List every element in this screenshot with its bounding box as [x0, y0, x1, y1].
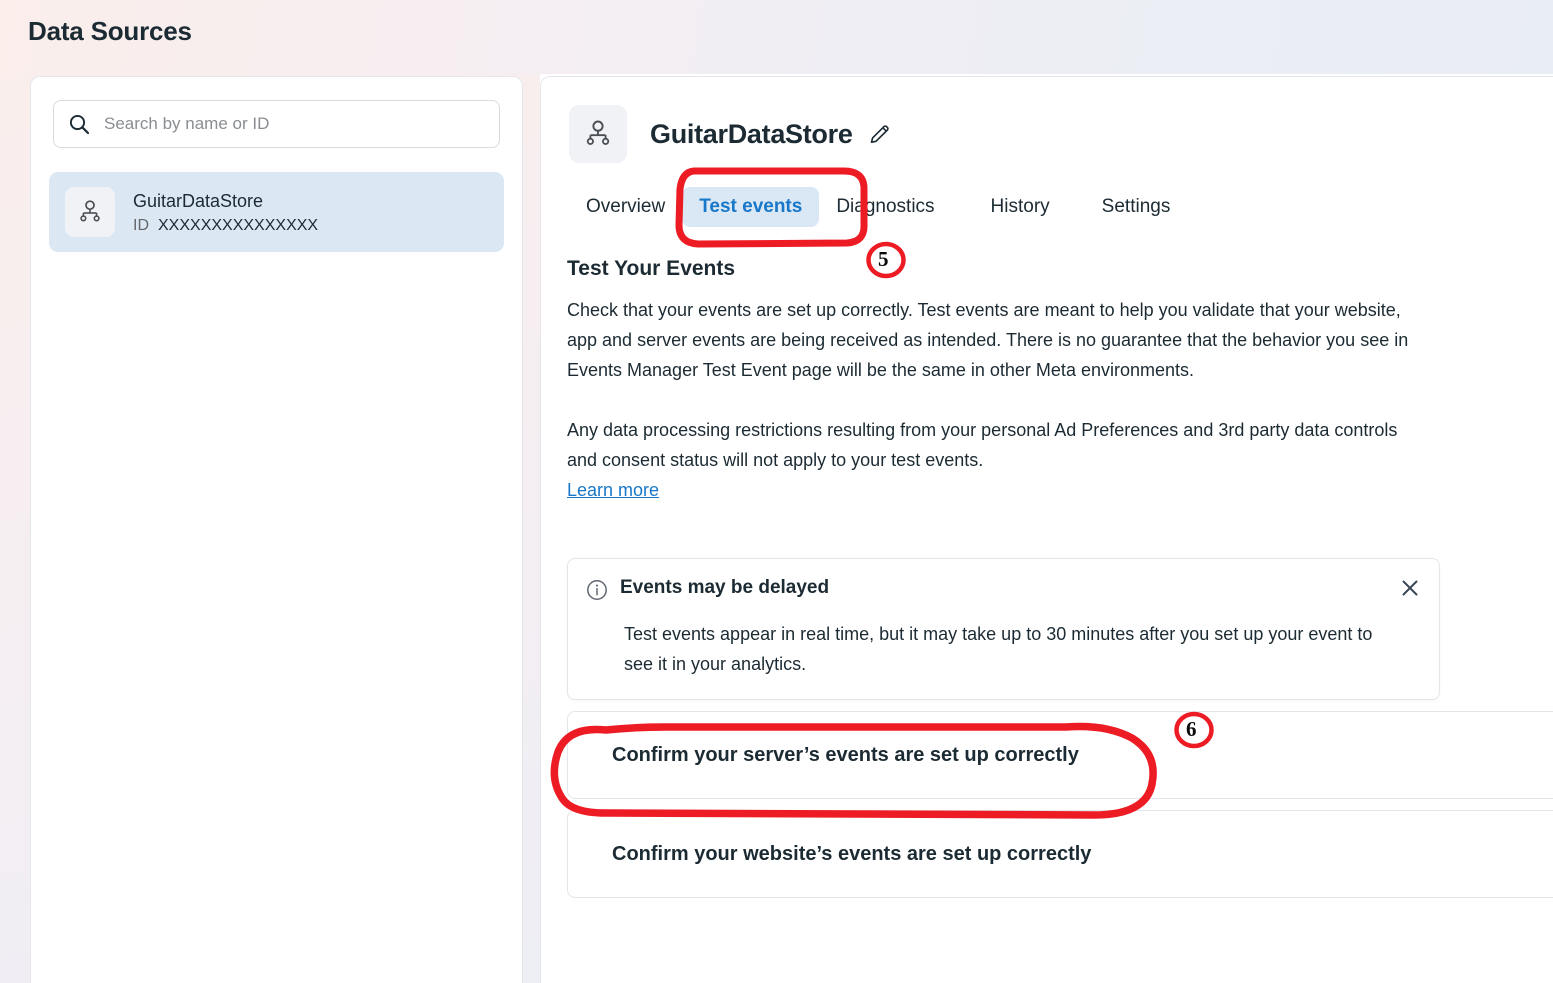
detail-tabs: Overview Test events Diagnostics History… [569, 187, 1187, 227]
page-header-band [0, 0, 1553, 74]
sidebar-item-id-row: ID XXXXXXXXXXXXXXX [133, 217, 318, 235]
accordion-label: Confirm your server’s events are set up … [612, 743, 1079, 766]
section-title: Test Your Events [567, 257, 736, 280]
tab-test-events[interactable]: Test events [682, 187, 820, 227]
tab-diagnostics[interactable]: Diagnostics [819, 187, 951, 227]
sidebar-item-name: GuitarDataStore [133, 190, 264, 211]
description-paragraph-1: Check that your events are set up correc… [567, 300, 1409, 380]
sidebar-item-id-label: ID [133, 217, 149, 235]
search-icon [68, 113, 90, 135]
events-delayed-banner: Events may be delayed Test events appear… [567, 558, 1440, 700]
page-title: Data Sources [28, 16, 192, 46]
description-paragraph-2: Any data processing restrictions resulti… [567, 420, 1398, 470]
tab-settings[interactable]: Settings [1085, 187, 1188, 227]
banner-text: Test events appear in real time, but it … [624, 624, 1373, 674]
accordion-label: Confirm your website’s events are set up… [612, 842, 1092, 865]
data-sources-card: GuitarDataStore ID XXXXXXXXXXXXXXX [30, 76, 523, 983]
sidebar-item-meta: GuitarDataStore ID XXXXXXXXXXXXXXX [133, 189, 318, 235]
tab-history[interactable]: History [974, 187, 1067, 227]
sidebar-item-id-value: XXXXXXXXXXXXXXX [158, 217, 319, 235]
pencil-icon[interactable] [867, 122, 892, 147]
banner-header: Events may be delayed [586, 577, 1419, 606]
confirm-website-events-accordion[interactable]: Confirm your website’s events are set up… [567, 810, 1553, 898]
confirm-server-events-accordion[interactable]: Confirm your server’s events are set up … [567, 711, 1553, 799]
tab-overview[interactable]: Overview [569, 187, 682, 227]
dataset-node-icon [65, 187, 115, 237]
learn-more-link[interactable]: Learn more [567, 475, 659, 505]
data-source-name: GuitarDataStore [650, 118, 853, 149]
data-source-detail-panel: GuitarDataStore Overview Test events Dia… [540, 76, 1553, 983]
dataset-node-icon [569, 105, 627, 163]
sidebar-item-guitardatastore[interactable]: GuitarDataStore ID XXXXXXXXXXXXXXX [49, 172, 504, 252]
info-circle-icon [586, 579, 608, 606]
section-description: Check that your events are set up correc… [567, 295, 1422, 505]
banner-title: Events may be delayed [620, 577, 830, 598]
close-icon[interactable] [1399, 577, 1421, 604]
detail-header: GuitarDataStore [569, 105, 892, 163]
search-input[interactable] [102, 113, 485, 135]
search-field-wrapper[interactable] [53, 100, 500, 148]
